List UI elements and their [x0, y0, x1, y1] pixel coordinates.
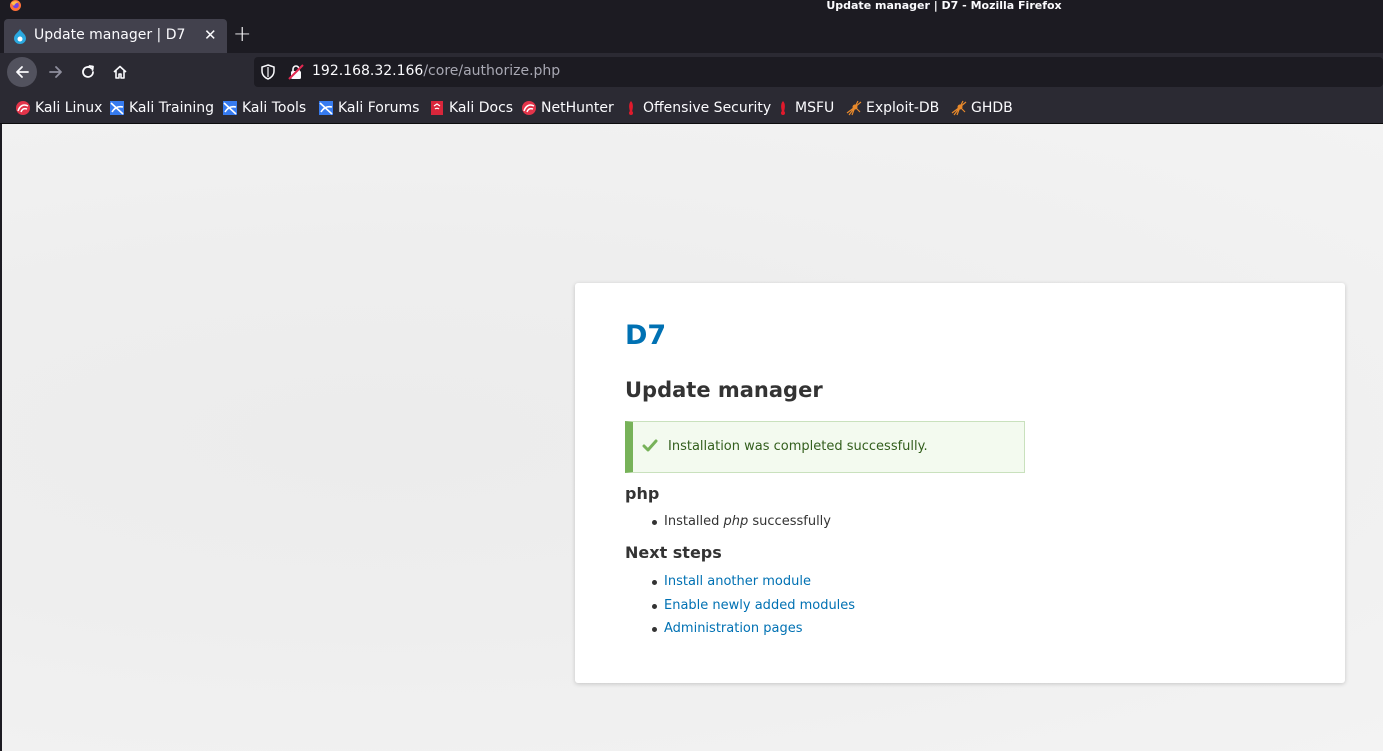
bookmark-label: Kali Forums: [338, 100, 420, 116]
bookmark-label: MSFU: [795, 100, 835, 116]
php-item-suffix: successfully: [748, 514, 831, 529]
bookmark-label: NetHunter: [541, 100, 614, 116]
bookmark-label: Kali Training: [129, 100, 214, 116]
bookmark-kali-tools[interactable]: Kali Tools: [222, 99, 306, 117]
list-item: Installed php successfully: [651, 513, 831, 537]
bookmark-label: Offensive Security: [643, 100, 772, 116]
window-title: Update manager | D7 - Mozilla Firefox: [826, 0, 1062, 12]
bookmark-offensive-security[interactable]: Offensive Security: [623, 99, 771, 117]
tab-update-manager[interactable]: Update manager | D7 ✕: [4, 19, 227, 53]
kali-blue-icon: [109, 100, 125, 116]
exploitdb-spider-icon: [846, 100, 862, 116]
bookmark-kali-docs[interactable]: Kali Docs: [429, 99, 513, 117]
page-title: Update manager: [625, 378, 823, 402]
bookmark-kali-forums[interactable]: Kali Forums: [318, 99, 419, 117]
status-message: Installation was completed successfully.: [625, 421, 1025, 473]
php-item-prefix: Installed: [664, 514, 724, 529]
list-item: Enable newly added modules: [651, 597, 855, 621]
next-steps-list: Install another module Enable newly adde…: [651, 573, 855, 644]
install-another-module-link[interactable]: Install another module: [664, 574, 811, 589]
kali-docs-icon: [429, 100, 445, 116]
kali-red-icon: [521, 100, 537, 116]
administration-pages-link[interactable]: Administration pages: [664, 621, 803, 636]
kali-blue-icon: [318, 100, 334, 116]
arrow-left-icon: [16, 66, 29, 78]
php-item-name: php: [723, 514, 749, 529]
offsec-icon: [775, 100, 791, 116]
php-results-list: Installed php successfully: [651, 513, 831, 537]
url-text[interactable]: 192.168.32.166/core/authorize.php: [312, 63, 560, 79]
bookmark-kali-training[interactable]: Kali Training: [109, 99, 214, 117]
bookmark-kali-linux[interactable]: Kali Linux: [15, 99, 102, 117]
offsec-icon: [623, 100, 639, 116]
reload-button[interactable]: [73, 58, 103, 86]
home-icon: [113, 65, 127, 79]
checkmark-icon: [642, 439, 658, 452]
drupal-icon: [14, 29, 26, 44]
bookmark-label: Kali Linux: [35, 100, 103, 116]
list-item: Administration pages: [651, 620, 855, 644]
bookmark-msfu[interactable]: MSFU: [775, 99, 834, 117]
kali-blue-icon: [222, 100, 238, 116]
bookmark-exploit-db[interactable]: Exploit-DB: [846, 99, 939, 117]
bookmarks-toolbar: Kali Linux Kali Training Kali Tools Kali…: [0, 91, 1383, 124]
url-bar[interactable]: 192.168.32.166/core/authorize.php: [254, 57, 1383, 87]
url-host: 192.168.32.166: [312, 63, 424, 79]
tab-strip: Update manager | D7 ✕ +: [0, 14, 1383, 53]
site-name-link[interactable]: D7: [625, 320, 666, 351]
forward-button[interactable]: [41, 58, 71, 86]
kali-red-icon: [15, 100, 31, 116]
exploitdb-spider-icon: [951, 100, 967, 116]
bookmark-ghdb[interactable]: GHDB: [951, 99, 1013, 117]
insecure-lock-icon[interactable]: [288, 64, 304, 80]
bookmark-label: GHDB: [971, 100, 1013, 116]
new-tab-button[interactable]: +: [233, 24, 251, 46]
update-manager-card: D7 Update manager Installation was compl…: [575, 283, 1345, 683]
close-tab-icon[interactable]: ✕: [204, 27, 217, 43]
reload-icon: [82, 65, 94, 78]
back-button[interactable]: [7, 57, 37, 87]
home-button[interactable]: [105, 58, 135, 86]
arrow-right-icon: [49, 66, 62, 78]
url-path: /core/authorize.php: [423, 63, 561, 79]
next-steps-heading: Next steps: [625, 543, 722, 562]
bookmark-label: Kali Docs: [449, 100, 514, 116]
enable-modules-link[interactable]: Enable newly added modules: [664, 598, 855, 613]
tab-title: Update manager | D7: [34, 27, 186, 43]
window-titlebar: Update manager | D7 - Mozilla Firefox: [0, 0, 1383, 14]
navigation-toolbar: 192.168.32.166/core/authorize.php: [0, 53, 1383, 91]
page-content: D7 Update manager Installation was compl…: [2, 124, 1383, 751]
php-heading: php: [625, 484, 660, 503]
tracking-shield-icon[interactable]: [261, 64, 275, 80]
status-text: Installation was completed successfully.: [668, 439, 928, 454]
list-item: Install another module: [651, 573, 855, 597]
bookmark-nethunter[interactable]: NetHunter: [521, 99, 614, 117]
bookmark-label: Exploit-DB: [866, 100, 940, 116]
bookmark-label: Kali Tools: [242, 100, 307, 116]
